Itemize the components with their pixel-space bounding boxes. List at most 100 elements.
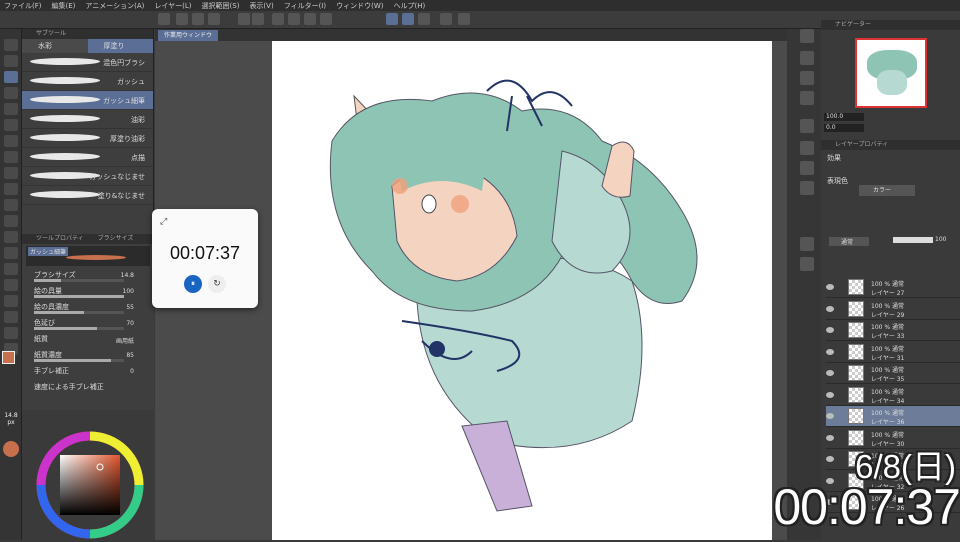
tab-thick-paint[interactable]: 厚塗り <box>87 39 153 53</box>
transform-icon[interactable] <box>320 13 332 25</box>
select-icon[interactable] <box>4 167 18 179</box>
eye-icon[interactable] <box>826 391 834 398</box>
eye-icon[interactable] <box>826 370 834 376</box>
gradient-icon[interactable] <box>4 231 18 243</box>
expand-icon[interactable]: ⤢ <box>160 217 167 227</box>
drawing-canvas[interactable] <box>272 41 772 540</box>
eye-icon[interactable] <box>826 305 834 312</box>
history-dock-icon[interactable] <box>800 91 814 105</box>
layer-row[interactable]: 100 % 通常 レイヤー 33 <box>826 320 960 341</box>
brush-item[interactable]: 油彩 <box>22 110 153 129</box>
deselect-icon[interactable] <box>272 13 284 25</box>
blend-icon[interactable] <box>4 151 18 163</box>
layer-row[interactable]: 100 % 通常 レイヤー 34 <box>826 385 960 406</box>
pause-button[interactable]: ⏸ <box>184 275 202 293</box>
property-row[interactable]: 絵の具量 100 <box>22 284 154 300</box>
eye-icon[interactable] <box>826 413 834 419</box>
property-slider[interactable] <box>34 279 124 282</box>
snap-ruler-icon[interactable] <box>386 13 398 25</box>
menu-selection[interactable]: 選択範囲(S) <box>202 1 240 11</box>
undo-icon[interactable] <box>238 13 250 25</box>
layer-row[interactable]: 100 % 通常 レイヤー 29 <box>826 299 960 320</box>
airbrush-icon[interactable] <box>4 103 18 115</box>
color-wheel[interactable] <box>22 410 154 540</box>
menu-window[interactable]: ウィンドウ(W) <box>336 1 383 11</box>
layer-row[interactable]: 100 % 通常 レイヤー 27 <box>826 277 960 298</box>
material-dock-icon[interactable] <box>800 141 814 155</box>
material-dock-icon-2[interactable] <box>800 161 814 175</box>
rotate-field[interactable]: 0.0 <box>824 124 864 132</box>
material-dock-icon-3[interactable] <box>800 181 814 195</box>
property-row[interactable]: 絵の具濃度 55 <box>22 300 154 316</box>
brush-item[interactable]: 混色円ブラシ <box>22 53 153 72</box>
layer-row[interactable]: 100 % 通常 レイヤー 36 <box>826 406 960 427</box>
pen-icon[interactable] <box>4 39 18 51</box>
move-icon[interactable] <box>4 135 18 147</box>
new-file-icon[interactable] <box>158 13 170 25</box>
figure-icon[interactable] <box>4 247 18 259</box>
snap-grid-icon[interactable] <box>402 13 414 25</box>
property-row[interactable]: 紙質 画用紙 <box>22 332 154 348</box>
layer-row[interactable]: 100 % 通常 レイヤー 31 <box>826 342 960 363</box>
brush-item[interactable]: 点描 <box>22 148 153 167</box>
tab-watercolor[interactable]: 水彩 <box>22 39 88 53</box>
lasso-icon[interactable] <box>4 183 18 195</box>
property-row[interactable]: 紙質濃度 85 <box>22 348 154 364</box>
property-row[interactable]: ブラシサイズ 14.8 <box>22 268 154 284</box>
menu-filter[interactable]: フィルター(I) <box>284 1 326 11</box>
save-icon[interactable] <box>208 13 220 25</box>
new-file-icon[interactable] <box>176 13 188 25</box>
property-row[interactable]: 速度による手ブレ補正 <box>22 380 154 396</box>
material-dock-icon-4[interactable] <box>800 237 814 251</box>
decoration-icon[interactable] <box>4 119 18 131</box>
brush-item[interactable]: 塗り&なじませ <box>22 186 153 205</box>
fill-bucket-icon[interactable] <box>4 215 18 227</box>
pencil-icon[interactable] <box>4 55 18 67</box>
subview-dock-icon[interactable] <box>800 51 814 65</box>
blend-mode-select[interactable]: 通常 <box>829 237 869 246</box>
menu-help[interactable]: ヘルプ(H) <box>393 1 425 11</box>
brush-item[interactable]: ガッシュなじませ <box>22 167 153 186</box>
camera-dock-icon[interactable] <box>800 119 814 133</box>
eye-icon[interactable] <box>826 327 834 333</box>
property-slider[interactable] <box>34 359 124 362</box>
layer-row[interactable]: 100 % 通常 レイヤー 35 <box>826 363 960 384</box>
property-row[interactable]: 手ブレ補正 0 <box>22 364 154 380</box>
expression-color-select[interactable]: カラー <box>859 185 915 196</box>
open-folder-icon[interactable] <box>192 13 204 25</box>
reset-button[interactable]: ↻ <box>208 275 226 293</box>
menu-layer[interactable]: レイヤー(L) <box>154 1 191 11</box>
property-slider[interactable] <box>34 327 124 330</box>
main-color-swatch[interactable] <box>2 351 15 364</box>
help-icon[interactable] <box>458 13 470 25</box>
pen-pressure-icon[interactable] <box>418 13 430 25</box>
opacity-slider[interactable] <box>893 237 933 243</box>
info-dock-icon[interactable] <box>800 71 814 85</box>
frame-icon[interactable] <box>4 295 18 307</box>
eye-icon[interactable] <box>826 348 834 355</box>
hand-icon[interactable] <box>4 327 18 339</box>
text-icon[interactable] <box>4 263 18 275</box>
brush-item[interactable]: ガッシュ細筆 <box>22 91 153 110</box>
menu-edit[interactable]: 編集(E) <box>52 1 76 11</box>
brush-icon[interactable] <box>4 71 18 83</box>
menu-file[interactable]: ファイル(F) <box>4 1 42 11</box>
balloon-icon[interactable] <box>4 279 18 291</box>
device-icon[interactable] <box>440 13 452 25</box>
material-dock-icon-5[interactable] <box>800 257 814 271</box>
eye-icon[interactable] <box>826 284 834 290</box>
crop-icon[interactable] <box>288 13 300 25</box>
eraser-icon[interactable] <box>4 87 18 99</box>
property-row[interactable]: 色延び 70 <box>22 316 154 332</box>
property-slider[interactable] <box>34 295 124 298</box>
navigator-preview[interactable] <box>855 38 927 108</box>
magic-wand-icon[interactable] <box>4 199 18 211</box>
operation-icon[interactable] <box>4 311 18 323</box>
property-slider[interactable] <box>34 311 124 314</box>
brush-item[interactable]: ガッシュ <box>22 72 153 91</box>
navigator-dock-icon[interactable] <box>800 29 814 43</box>
brush-item[interactable]: 厚塗り油彩 <box>22 129 153 148</box>
zoom-field[interactable]: 100.0 <box>824 113 864 121</box>
menu-animation[interactable]: アニメーション(A) <box>85 1 144 11</box>
redo-icon[interactable] <box>252 13 264 25</box>
